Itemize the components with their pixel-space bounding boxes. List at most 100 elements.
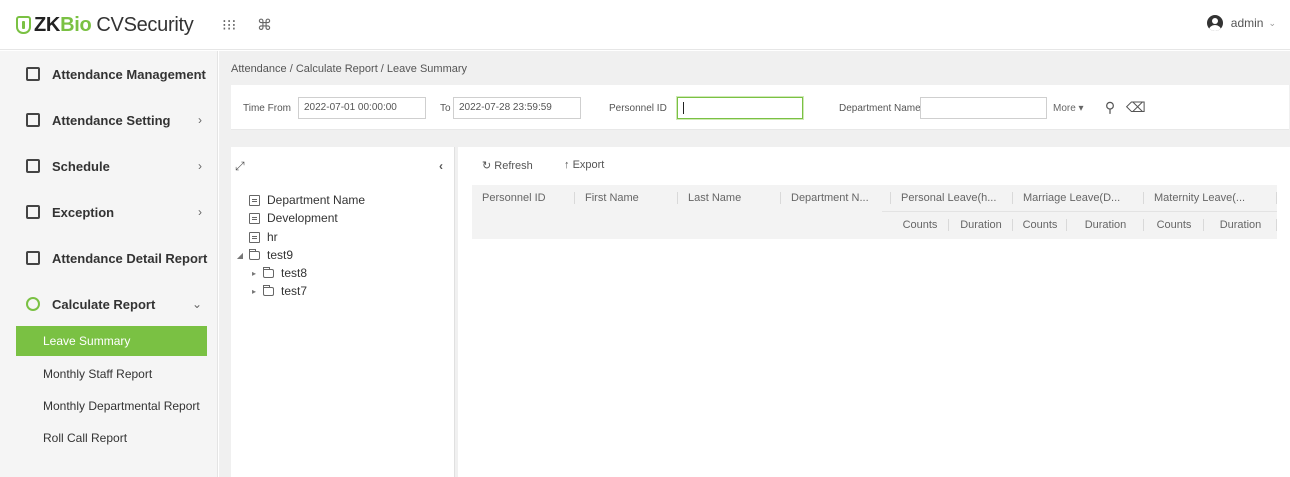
export-icon: ↑ <box>564 159 570 171</box>
search-icon[interactable]: ⚲ <box>1102 99 1118 115</box>
document-icon <box>249 194 260 206</box>
sidebar-item-label: Attendance Setting <box>52 112 171 128</box>
folder-open-icon <box>249 249 260 260</box>
chevron-left-icon[interactable]: ‹ <box>439 159 443 173</box>
more-filters-button[interactable]: More ▾ <box>1053 103 1084 114</box>
sidebar-subitem-label: Leave Summary <box>43 334 131 348</box>
sidebar-subitem-roll-call-report[interactable]: Roll Call Report <box>16 423 207 453</box>
chevron-right-icon: › <box>198 67 202 81</box>
data-table-header: Personnel ID First Name Last Name Depart… <box>472 185 1277 239</box>
breadcrumb: Attendance / Calculate Report / Leave Su… <box>231 63 468 75</box>
calendar-icon <box>26 67 40 81</box>
command-icon[interactable]: ⌘ <box>257 16 272 34</box>
subheader-counts: Counts <box>891 212 949 238</box>
top-bar: ZK Bio CVSecurity ⁝⁝⁝ ⌘ admin ⌄ <box>0 0 1290 50</box>
tree-node[interactable]: ▸ test8 <box>249 264 307 282</box>
sidebar-subitem-leave-summary[interactable]: Leave Summary <box>16 326 207 356</box>
tree-node[interactable]: hr <box>249 228 278 246</box>
subheader-counts: Counts <box>1144 212 1204 238</box>
sidebar-item-label: Exception <box>52 204 115 220</box>
time-to-input[interactable]: 2022-07-28 23:59:59 <box>453 97 581 119</box>
sidebar-item-attendance-detail-report[interactable]: Attendance Detail Report › <box>0 235 218 281</box>
text-cursor <box>683 102 684 114</box>
content-area: Attendance / Calculate Report / Leave Su… <box>219 51 1290 477</box>
column-header-personnel-id[interactable]: Personnel ID <box>472 185 575 211</box>
tree-node[interactable]: ▸ test7 <box>249 282 307 300</box>
tree-node-label: test9 <box>267 248 294 262</box>
folder-icon <box>263 285 274 296</box>
sidebar-item-calculate-report[interactable]: Calculate Report ⌄ <box>0 281 218 327</box>
expand-toggle-icon[interactable]: ▸ <box>249 287 259 296</box>
schedule-icon <box>26 159 40 173</box>
pie-chart-icon <box>26 297 40 311</box>
department-name-input[interactable] <box>920 97 1047 119</box>
report-panel: ↻ Refresh ↑ Export Personnel ID First Na… <box>458 147 1290 477</box>
sidebar-item-exception[interactable]: Exception › <box>0 189 218 235</box>
subheader-duration: Duration <box>949 212 1013 238</box>
column-header-personal-leave[interactable]: Personal Leave(h... <box>891 185 1013 211</box>
user-name: admin <box>1230 16 1264 30</box>
chevron-down-icon: ⌄ <box>191 297 202 311</box>
filter-bar: Time From 2022-07-01 00:00:00 To 2022-07… <box>231 85 1289 130</box>
sidebar-item-label: Attendance Management <box>52 66 206 82</box>
sidebar-subitem-monthly-departmental-report[interactable]: Monthly Departmental Report <box>16 391 207 421</box>
chevron-right-icon: › <box>198 113 202 127</box>
sidebar-item-schedule[interactable]: Schedule › <box>0 143 218 189</box>
column-header-last-name[interactable]: Last Name <box>678 185 781 211</box>
time-from-label: Time From <box>243 103 291 114</box>
logo-bio-text: Bio <box>60 13 92 36</box>
column-header-maternity-leave[interactable]: Maternity Leave(... <box>1144 185 1277 211</box>
tree-node[interactable]: ◢ test9 <box>235 246 293 264</box>
bar-chart-icon <box>26 251 40 265</box>
tree-node[interactable]: Department Name <box>249 191 365 209</box>
app-logo[interactable]: ZK Bio CVSecurity <box>16 12 194 38</box>
chevron-right-icon: › <box>198 251 202 265</box>
expand-icon[interactable]: ⤢ <box>235 159 245 174</box>
personnel-id-input[interactable] <box>677 97 803 119</box>
logo-shield-icon <box>16 16 31 34</box>
expand-toggle-icon[interactable]: ▸ <box>249 269 259 278</box>
tree-node-label: Development <box>267 211 338 225</box>
eraser-icon[interactable]: ⌫ <box>1126 99 1146 115</box>
personnel-id-label: Personnel ID <box>609 103 667 114</box>
chevron-right-icon: › <box>198 205 202 219</box>
sidebar-subitem-label: Roll Call Report <box>43 431 128 445</box>
collapse-toggle-icon[interactable]: ◢ <box>235 251 245 260</box>
exception-icon <box>26 205 40 219</box>
sidebar-item-attendance-setting[interactable]: Attendance Setting › <box>0 97 218 143</box>
department-tree-panel: ⤢ ‹ Department Name Development hr ◢ tes… <box>231 147 455 477</box>
sidebar-item-label: Schedule <box>52 158 110 174</box>
user-menu[interactable]: admin ⌄ <box>1206 15 1276 31</box>
to-label: To <box>440 103 451 114</box>
folder-icon <box>263 267 274 278</box>
sidebar-subitem-monthly-staff-report[interactable]: Monthly Staff Report <box>16 359 207 389</box>
sidebar-subitem-label: Monthly Staff Report <box>43 367 153 381</box>
document-icon <box>249 231 260 243</box>
subheader-duration: Duration <box>1067 212 1144 238</box>
chevron-down-icon: ⌄ <box>1268 17 1276 28</box>
column-header-marriage-leave[interactable]: Marriage Leave(D... <box>1013 185 1144 211</box>
column-header-department-name[interactable]: Department N... <box>781 185 891 211</box>
tree-node[interactable]: Development <box>249 209 338 227</box>
time-from-input[interactable]: 2022-07-01 00:00:00 <box>298 97 426 119</box>
chevron-right-icon: › <box>198 159 202 173</box>
sidebar-item-label: Attendance Detail Report <box>52 250 208 266</box>
settings-sheet-icon <box>26 113 40 127</box>
column-header-first-name[interactable]: First Name <box>575 185 678 211</box>
document-icon <box>249 212 260 224</box>
tree-node-label: Department Name <box>267 193 366 207</box>
refresh-button[interactable]: ↻ Refresh <box>482 159 533 172</box>
subheader-duration: Duration <box>1204 212 1277 238</box>
logo-cvsecurity-text: CVSecurity <box>96 13 194 36</box>
export-button[interactable]: ↑ Export <box>564 159 604 171</box>
tree-node-label: hr <box>267 230 278 244</box>
user-avatar-icon <box>1206 15 1223 31</box>
sidebar-subitem-label: Monthly Departmental Report <box>43 399 200 413</box>
sidebar-item-attendance-management[interactable]: Attendance Management › <box>0 51 218 97</box>
tree-node-label: test7 <box>281 284 308 298</box>
logo-zk-text: ZK <box>34 13 61 36</box>
grid-icon[interactable]: ⁝⁝⁝ <box>222 16 236 34</box>
department-name-label: Department Name <box>839 103 921 114</box>
tree-node-label: test8 <box>281 266 308 280</box>
sidebar: Attendance Management › Attendance Setti… <box>0 51 218 477</box>
